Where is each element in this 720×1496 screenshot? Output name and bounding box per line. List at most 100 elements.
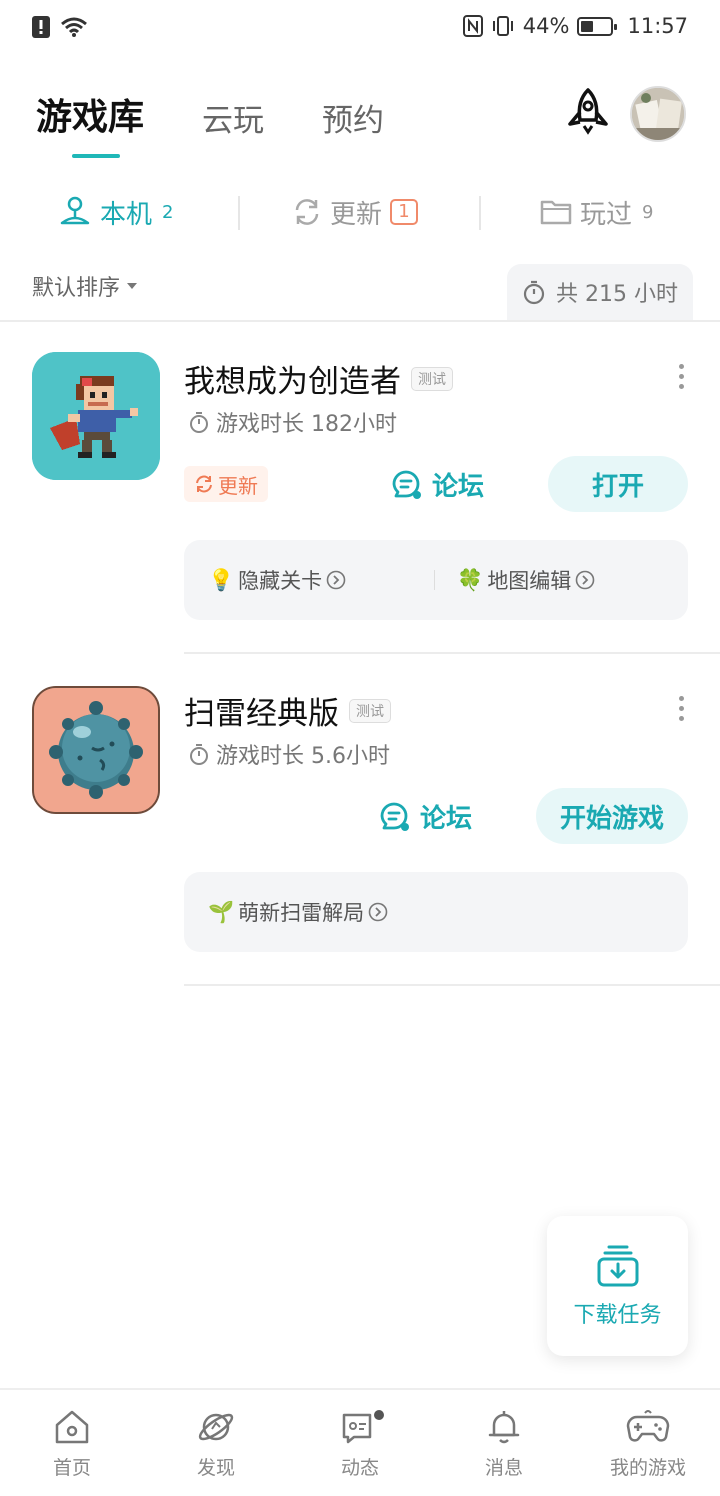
subtab-divider (479, 196, 481, 230)
battery-level (581, 20, 594, 32)
timer-icon (190, 412, 208, 433)
sort-dropdown[interactable]: 默认排序 (32, 270, 138, 302)
subtab-played-count: 9 (642, 201, 654, 223)
forum-chat-icon (380, 802, 409, 831)
divider (184, 652, 720, 654)
tip-hidden-level[interactable]: 💡 隐藏关卡 (208, 565, 346, 595)
nav-label: 我的游戏 (609, 1456, 686, 1479)
local-device-icon (60, 196, 90, 225)
start-game-button[interactable]: 开始游戏 (536, 788, 688, 844)
subtab-local-label: 本机 (100, 199, 153, 230)
tip-label: 萌新扫雷解局 (238, 901, 365, 925)
nav-label: 发现 (196, 1456, 235, 1479)
forum-label: 论坛 (432, 472, 485, 502)
tab-game-library[interactable]: 游戏库 (36, 88, 144, 158)
game-playtime-text: 游戏时长 5.6小时 (216, 744, 390, 769)
rocket-icon[interactable] (562, 86, 614, 138)
timer-icon (190, 744, 208, 765)
caret-down-icon (127, 283, 138, 289)
clock-time: 11:57 (627, 14, 688, 38)
tip-label: 隐藏关卡 (238, 569, 323, 593)
nfc-icon (462, 15, 483, 37)
nav-label: 消息 (484, 1456, 523, 1479)
tip-map-editor[interactable]: 🍀 地图编辑 (457, 565, 595, 595)
discover-planet-icon (198, 1413, 234, 1440)
folder-icon (540, 200, 572, 225)
sub-tabs: 本机 2 更新 1 玩过 9 (0, 186, 720, 238)
refresh-icon (295, 199, 319, 225)
tip-divider (434, 570, 436, 590)
avatar[interactable] (630, 86, 686, 142)
battery-percent: 44% (522, 14, 570, 38)
nav-label: 动态 (340, 1456, 379, 1479)
game-tips: 🌱 萌新扫雷解局 (184, 872, 688, 952)
game-icon-creator[interactable] (32, 352, 160, 480)
subtab-local-count: 2 (162, 201, 174, 223)
bottom-nav: 首页 发现 动态 消息 我的游戏 (0, 1388, 720, 1496)
nav-messages[interactable]: 消息 (432, 1390, 576, 1496)
game-playtime: 游戏时长 5.6小时 (188, 738, 390, 770)
game-title[interactable]: 我想成为创造者 测试 (184, 356, 453, 401)
divider (0, 320, 720, 322)
total-playtime-label: 共 215 小时 (556, 282, 678, 307)
more-options-button[interactable] (674, 356, 688, 396)
total-playtime: 共 215 小时 (507, 264, 693, 320)
tip-beginner-guide[interactable]: 🌱 萌新扫雷解局 (208, 897, 388, 927)
tab-cloud-play[interactable]: 云玩 (202, 95, 264, 140)
tip-label: 地图编辑 (487, 569, 572, 593)
notification-dot (372, 1408, 386, 1422)
update-chip-label: 更新 (218, 473, 258, 498)
nav-home[interactable]: 首页 (0, 1390, 144, 1496)
refresh-icon (196, 475, 212, 493)
gamepad-icon (626, 1409, 670, 1442)
update-chip[interactable]: 更新 (184, 466, 268, 502)
nav-my-games[interactable]: 我的游戏 (576, 1390, 720, 1496)
vibrate-icon (492, 16, 513, 36)
nav-feed[interactable]: 动态 (288, 1390, 432, 1496)
forum-button[interactable]: 论坛 (390, 466, 484, 503)
forum-label: 论坛 (420, 804, 473, 834)
game-title-text: 我想成为创造者 (184, 364, 401, 400)
game-title[interactable]: 扫雷经典版 测试 (184, 688, 391, 733)
home-icon (55, 1410, 89, 1443)
divider (184, 984, 720, 986)
subtab-played-label: 玩过 (580, 199, 633, 230)
chevron-circle-right-icon (326, 570, 346, 590)
forum-chat-icon (392, 470, 421, 499)
game-icon-minesweeper[interactable] (32, 686, 160, 814)
wifi-icon (61, 17, 87, 37)
subtab-local[interactable]: 本机 2 (58, 186, 173, 238)
nav-discover[interactable]: 发现 (144, 1390, 288, 1496)
update-count-badge: 1 (390, 199, 419, 225)
seedling-icon: 🌱 (208, 899, 235, 924)
test-badge: 测试 (349, 698, 391, 723)
timer-icon (523, 280, 545, 305)
download-tasks-label: 下载任务 (573, 1303, 662, 1328)
game-playtime: 游戏时长 182小时 (188, 406, 397, 438)
download-tasks-button[interactable]: 下载任务 (547, 1216, 688, 1356)
sort-label: 默认排序 (32, 276, 121, 301)
subtab-update[interactable]: 更新 1 (292, 186, 419, 238)
chevron-circle-right-icon (368, 902, 388, 922)
download-tray-icon (597, 1245, 638, 1287)
battery-icon (577, 16, 618, 36)
subtab-update-label: 更新 (330, 199, 383, 230)
clover-icon: 🍀 (457, 567, 484, 592)
subtab-played[interactable]: 玩过 9 (540, 186, 653, 238)
top-tabs: 游戏库 云玩 预约 (36, 88, 442, 158)
alert-icon (32, 16, 50, 38)
bell-icon (488, 1410, 520, 1443)
forum-button[interactable]: 论坛 (378, 798, 472, 835)
game-tips: 💡 隐藏关卡 🍀 地图编辑 (184, 540, 688, 620)
chevron-circle-right-icon (576, 570, 595, 590)
subtab-divider (238, 196, 240, 230)
game-playtime-text: 游戏时长 182小时 (216, 412, 397, 437)
more-options-button[interactable] (674, 688, 688, 728)
nav-label: 首页 (52, 1456, 91, 1479)
game-title-text: 扫雷经典版 (184, 696, 339, 732)
status-bar: 44% 11:57 (0, 0, 720, 56)
lightbulb-icon: 💡 (208, 567, 235, 592)
test-badge: 测试 (411, 366, 453, 391)
tab-reservation[interactable]: 预约 (322, 95, 384, 140)
open-game-button[interactable]: 打开 (548, 456, 688, 512)
